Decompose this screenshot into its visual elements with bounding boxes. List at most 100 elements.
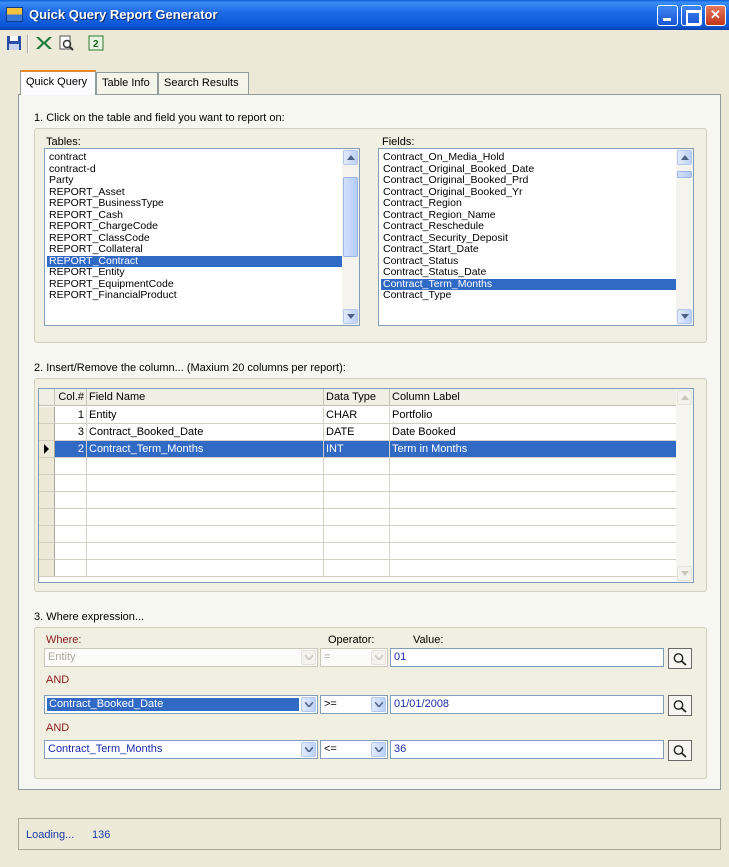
grid-cell-field[interactable]: Contract_Term_Months <box>87 441 324 458</box>
empty-table-row[interactable] <box>39 526 677 543</box>
grid-cell-type[interactable] <box>324 492 390 509</box>
scroll-down-button[interactable] <box>343 309 358 324</box>
print-preview-icon[interactable] <box>58 35 76 53</box>
refresh-icon[interactable]: 2 <box>88 35 106 53</box>
grid-cell-label[interactable] <box>390 475 677 492</box>
scroll-up-button[interactable] <box>677 390 692 405</box>
save-icon[interactable] <box>6 35 24 53</box>
grid-cell-type[interactable] <box>324 475 390 492</box>
tables-list-item[interactable]: contract <box>47 151 343 164</box>
fields-list-item[interactable]: Contract_Start_Date <box>381 243 677 256</box>
tables-list-item[interactable]: REPORT_BusinessType <box>47 197 343 210</box>
fields-scrollbar[interactable] <box>676 149 693 325</box>
table-row[interactable]: 2 Contract_Term_Months INT Term in Months <box>39 441 677 458</box>
scroll-thumb[interactable] <box>677 171 692 178</box>
where-field-combo-3[interactable]: Contract_Term_Months <box>44 740 318 759</box>
tables-scrollbar[interactable] <box>342 149 359 325</box>
close-button[interactable]: ✕ <box>705 5 726 26</box>
grid-cell-type[interactable]: INT <box>324 441 390 458</box>
scroll-thumb[interactable] <box>343 177 358 257</box>
col-header-number[interactable]: Col.# <box>55 389 87 406</box>
grid-cell-type[interactable] <box>324 543 390 560</box>
grid-cell-label[interactable] <box>390 560 677 577</box>
empty-table-row[interactable] <box>39 475 677 492</box>
row-selector[interactable] <box>39 509 55 526</box>
where-field-combo-2[interactable]: Contract_Booked_Date <box>44 695 318 714</box>
value-field-1[interactable]: 01 <box>390 648 664 667</box>
dropdown-arrow-icon[interactable] <box>371 742 386 757</box>
fields-list-item[interactable]: Contract_Original_Booked_Prd <box>381 174 677 187</box>
grid-cell-field[interactable] <box>87 492 324 509</box>
grid-cell-field[interactable] <box>87 543 324 560</box>
grid-cell-type[interactable] <box>324 458 390 475</box>
columns-grid[interactable]: Col.# Field Name Data Type Column Label … <box>38 388 694 583</box>
tables-list-item[interactable]: REPORT_Collateral <box>47 243 343 256</box>
grid-cell-col[interactable] <box>55 560 87 577</box>
col-header-field[interactable]: Field Name <box>87 389 324 406</box>
grid-cell-col[interactable] <box>55 458 87 475</box>
grid-cell-field[interactable] <box>87 526 324 543</box>
grid-scrollbar[interactable] <box>676 389 693 582</box>
dropdown-arrow-icon[interactable] <box>371 697 386 712</box>
operator-combo-2[interactable]: >= <box>320 695 388 714</box>
grid-cell-col[interactable] <box>55 543 87 560</box>
grid-cell-field[interactable]: Contract_Booked_Date <box>87 424 324 441</box>
grid-cell-label[interactable] <box>390 458 677 475</box>
tables-listbox[interactable]: contract contract-d Party REPORT_Asset REPOR… <box>44 148 360 326</box>
title-bar[interactable]: Quick Query Report Generator ✕ <box>0 0 729 30</box>
tab-table-info[interactable]: Table Info <box>96 72 158 94</box>
value-field-2[interactable]: 01/01/2008 <box>390 695 664 714</box>
tables-list-item[interactable]: REPORT_FinancialProduct <box>47 289 343 302</box>
fields-list-item[interactable]: Contract_Region <box>381 197 677 210</box>
fields-listbox[interactable]: Contract_On_Media_Hold Contract_Original_… <box>378 148 694 326</box>
grid-cell-label[interactable] <box>390 509 677 526</box>
row-selector[interactable] <box>39 475 55 492</box>
empty-table-row[interactable] <box>39 543 677 560</box>
tables-list-item[interactable]: Party <box>47 174 343 187</box>
empty-table-row[interactable] <box>39 458 677 475</box>
row-selector[interactable] <box>39 560 55 577</box>
grid-cell-field[interactable] <box>87 509 324 526</box>
grid-cell-field[interactable]: Entity <box>87 407 324 424</box>
grid-cell-col[interactable] <box>55 492 87 509</box>
scroll-down-button[interactable] <box>677 309 692 324</box>
grid-cell-label[interactable] <box>390 543 677 560</box>
row-selector[interactable] <box>39 492 55 509</box>
grid-cell-type[interactable] <box>324 560 390 577</box>
empty-table-row[interactable] <box>39 509 677 526</box>
grid-cell-field[interactable] <box>87 475 324 492</box>
table-row[interactable]: 1 Entity CHAR Portfolio <box>39 407 677 424</box>
grid-cell-col[interactable]: 3 <box>55 424 87 441</box>
value-field-3[interactable]: 36 <box>390 740 664 759</box>
tab-quick-query[interactable]: Quick Query <box>20 70 96 95</box>
grid-cell-label[interactable] <box>390 492 677 509</box>
grid-cell-type[interactable] <box>324 526 390 543</box>
scroll-down-button[interactable] <box>677 566 692 581</box>
col-header-type[interactable]: Data Type <box>324 389 390 406</box>
lookup-button-2[interactable] <box>668 695 692 716</box>
minimize-button[interactable] <box>657 5 678 26</box>
grid-cell-field[interactable] <box>87 458 324 475</box>
grid-cell-col[interactable]: 1 <box>55 407 87 424</box>
grid-cell-type[interactable]: DATE <box>324 424 390 441</box>
tables-list-item[interactable]: REPORT_Entity <box>47 266 343 279</box>
dropdown-arrow-icon[interactable] <box>301 697 316 712</box>
dropdown-arrow-icon[interactable] <box>301 742 316 757</box>
empty-table-row[interactable] <box>39 560 677 577</box>
scroll-up-button[interactable] <box>343 150 358 165</box>
tab-search-results[interactable]: Search Results <box>158 72 249 94</box>
grid-cell-type[interactable]: CHAR <box>324 407 390 424</box>
row-selector[interactable] <box>39 543 55 560</box>
row-selector[interactable] <box>39 526 55 543</box>
grid-cell-col[interactable]: 2 <box>55 441 87 458</box>
lookup-button-3[interactable] <box>668 740 692 761</box>
operator-combo-3[interactable]: <= <box>320 740 388 759</box>
grid-cell-label[interactable]: Term in Months <box>390 441 677 458</box>
table-row[interactable]: 3 Contract_Booked_Date DATE Date Booked <box>39 424 677 441</box>
tables-list-item[interactable]: contract-d <box>47 163 343 176</box>
grid-cell-col[interactable] <box>55 526 87 543</box>
row-selector[interactable] <box>39 407 55 424</box>
tables-list-item[interactable]: REPORT_ChargeCode <box>47 220 343 233</box>
lookup-button-1[interactable] <box>668 648 692 669</box>
col-header-label[interactable]: Column Label <box>390 389 677 406</box>
